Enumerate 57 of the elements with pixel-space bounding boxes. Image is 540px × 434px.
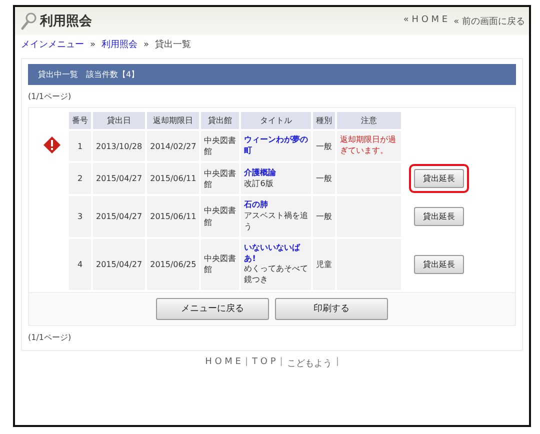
footer-separator: | xyxy=(336,356,339,369)
table-cell: 2013/10/28 xyxy=(93,131,146,162)
table-cell: 2015/04/27 xyxy=(93,163,146,194)
title-link[interactable]: いないいないばあ! xyxy=(244,242,308,264)
subtitle-text: めくってあそべて鏡つき xyxy=(244,264,308,286)
breadcrumb-current: 貸出一覧 xyxy=(155,38,192,51)
title-link[interactable]: 介護概論 xyxy=(244,168,308,179)
table-cell: 2015/04/27 xyxy=(93,238,146,290)
table-cell: 2015/04/27 xyxy=(93,196,146,237)
page-indicator: (1/1ページ) xyxy=(28,332,72,344)
breadcrumb-link[interactable]: 利用照会 xyxy=(102,38,138,51)
title-link[interactable]: 石の肺 xyxy=(244,200,308,212)
table-cell: 児童 xyxy=(313,238,336,290)
footer-link[interactable]: こどもよう xyxy=(286,356,332,370)
column-header: 注意 xyxy=(337,112,402,129)
table-cell: 中央図書館 xyxy=(201,131,240,162)
table-cell: 3 xyxy=(69,196,91,237)
breadcrumb-separator: » xyxy=(90,40,96,50)
warning-text: 返却期限日が過ぎています。 xyxy=(340,135,396,155)
table-cell: 4 xyxy=(69,238,91,290)
column-header: 貸出館 xyxy=(201,112,240,129)
table-cell: 2014/02/27 xyxy=(147,131,200,162)
footer-link[interactable]: H O M E xyxy=(205,356,241,370)
table-cell: 中央図書館 xyxy=(201,196,240,237)
table-cell: 中央図書館 xyxy=(201,238,240,290)
table-cell: 一般 xyxy=(313,163,336,194)
breadcrumb-separator: » xyxy=(144,40,150,50)
nav-link[interactable]: « H O M E xyxy=(403,14,448,28)
column-header: 貸出日 xyxy=(93,112,146,129)
extend-button[interactable]: 貸出延長 xyxy=(414,254,464,274)
column-header: 種別 xyxy=(313,112,336,129)
extend-button[interactable]: 貸出延長 xyxy=(414,169,464,188)
table-cell: 一般 xyxy=(313,131,336,162)
page-indicator: (1/1ページ) xyxy=(28,91,72,103)
column-header: タイトル xyxy=(241,112,312,129)
action-button[interactable]: 印刷する xyxy=(275,298,388,320)
breadcrumb-link[interactable]: メインメニュー xyxy=(21,38,84,51)
footer-link[interactable]: T O P xyxy=(252,356,276,370)
column-header: 番号 xyxy=(69,112,91,129)
column-header: 返却期限日 xyxy=(147,112,200,129)
extend-button[interactable]: 貸出延長 xyxy=(414,207,464,226)
table-cell: 1 xyxy=(69,131,91,162)
table-cell: 2015/06/25 xyxy=(147,238,200,290)
page-title: 利用照会 xyxy=(40,13,92,30)
search-icon xyxy=(21,12,37,30)
table-cell: 2015/06/11 xyxy=(147,196,200,237)
footer-separator: | xyxy=(245,356,248,369)
section-heading: 貸出中一覧 該当件数【4】 xyxy=(28,64,516,85)
table-cell: 2015/06/11 xyxy=(147,163,200,194)
table-cell: 一般 xyxy=(313,196,336,237)
subtitle-text: 改訂6版 xyxy=(244,178,274,190)
subtitle-text: アスベスト禍を追う xyxy=(244,211,308,233)
table-cell: 2 xyxy=(69,163,91,194)
nav-link[interactable]: « 前の画面に戻る xyxy=(454,14,525,28)
table-cell: 中央図書館 xyxy=(201,163,240,194)
action-button[interactable]: メニューに戻る xyxy=(156,298,269,320)
footer-separator: | xyxy=(280,356,283,369)
